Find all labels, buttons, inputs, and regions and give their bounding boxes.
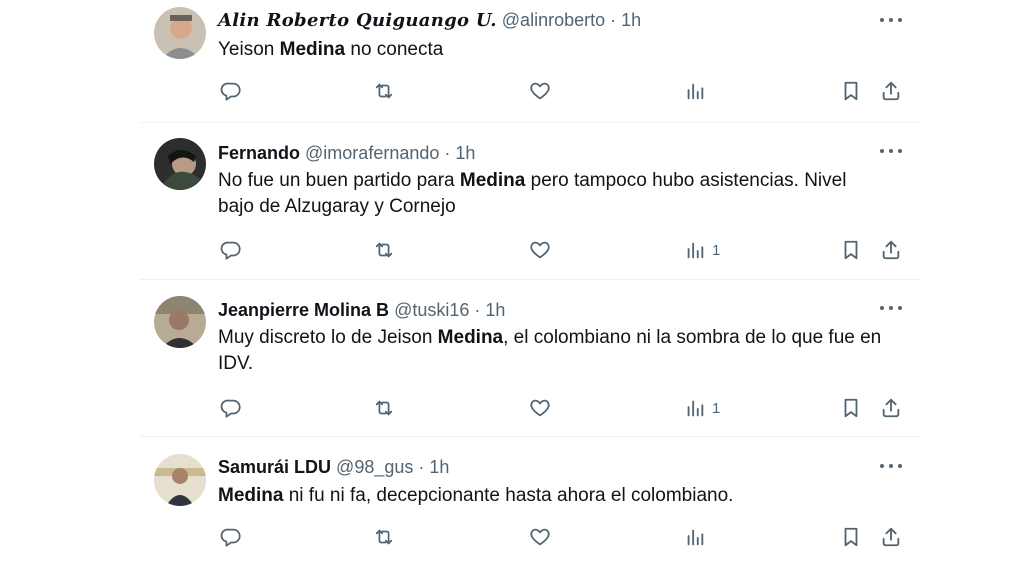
reply-icon xyxy=(220,526,242,548)
retweet-button[interactable] xyxy=(372,79,396,103)
author-name[interactable]: Jeanpierre Molina B xyxy=(218,300,389,320)
timestamp[interactable]: 1h xyxy=(485,300,505,320)
views-chart-icon xyxy=(684,239,706,261)
reply-icon xyxy=(220,80,242,102)
views-chart-icon xyxy=(684,526,706,548)
reply-button[interactable] xyxy=(220,525,242,549)
author-name[interactable]: Samurái LDU xyxy=(218,457,331,477)
text-segment: no conecta xyxy=(345,39,444,60)
tweet-text: Muy discreto lo de Jeison Medina, el col… xyxy=(218,325,900,377)
tweet-header: Fernando @imorafernando · 1h xyxy=(218,142,475,164)
reply-button[interactable] xyxy=(220,396,242,420)
bookmark-icon xyxy=(840,397,862,419)
avatar[interactable] xyxy=(154,454,206,506)
bookmark-button[interactable] xyxy=(840,79,862,103)
tweet[interactable]: Fernando @imorafernando · 1h No fue un b… xyxy=(140,122,920,280)
tweet-header: Jeanpierre Molina B @tuski16 · 1h xyxy=(218,299,505,321)
tweet-text: No fue un buen partido para Medina pero … xyxy=(218,168,858,220)
views-chart-button[interactable] xyxy=(684,79,706,103)
action-bar: 1 xyxy=(218,396,902,420)
text-segment: Muy discreto lo de Jeison xyxy=(218,327,438,348)
views-chart-icon xyxy=(684,80,706,102)
separator: · xyxy=(474,300,481,320)
more-dots-icon[interactable] xyxy=(880,16,902,24)
share-button[interactable] xyxy=(880,396,902,420)
author-handle[interactable]: @imorafernando xyxy=(305,143,439,163)
retweet-icon xyxy=(372,526,396,548)
tweet-header: Alin Roberto Quiguango U. @alinroberto ·… xyxy=(218,9,641,32)
author-handle[interactable]: @alinroberto xyxy=(502,10,605,30)
tweet[interactable]: Alin Roberto Quiguango U. @alinroberto ·… xyxy=(140,0,920,123)
more-dots-icon[interactable] xyxy=(880,304,902,312)
views-chart-button[interactable]: 1 xyxy=(684,238,720,262)
views-count: 1 xyxy=(712,399,721,417)
separator: · xyxy=(610,10,617,30)
share-button[interactable] xyxy=(880,525,902,549)
text-segment: No fue un buen partido para xyxy=(218,170,460,191)
heart-button[interactable] xyxy=(528,238,552,262)
text-highlight: Medina xyxy=(437,327,504,348)
more-dots-icon[interactable] xyxy=(880,462,902,470)
heart-icon xyxy=(528,397,552,419)
tweet-header: Samurái LDU @98_gus · 1h xyxy=(218,456,449,478)
text-highlight: Medina xyxy=(279,39,346,60)
views-chart-button[interactable]: 1 xyxy=(684,396,720,420)
bookmark-button[interactable] xyxy=(840,238,862,262)
author-handle[interactable]: @tuski16 xyxy=(394,300,469,320)
tweet-text: Yeison Medina no conecta xyxy=(218,37,900,63)
heart-icon xyxy=(528,526,552,548)
bookmark-button[interactable] xyxy=(840,396,862,420)
text-segment: Yeison xyxy=(218,39,280,60)
share-button[interactable] xyxy=(880,238,902,262)
bookmark-icon xyxy=(840,80,862,102)
heart-icon xyxy=(528,239,552,261)
text-highlight: Medina xyxy=(218,485,284,506)
avatar[interactable] xyxy=(154,7,206,59)
author-handle[interactable]: @98_gus xyxy=(336,457,413,477)
avatar[interactable] xyxy=(154,138,206,190)
reply-button[interactable] xyxy=(220,238,242,262)
timestamp[interactable]: 1h xyxy=(621,10,641,30)
retweet-button[interactable] xyxy=(372,238,396,262)
share-icon xyxy=(880,397,902,419)
separator: · xyxy=(418,457,425,477)
reply-icon xyxy=(220,239,242,261)
tweet[interactable]: Jeanpierre Molina B @tuski16 · 1h Muy di… xyxy=(140,279,920,437)
action-bar xyxy=(218,525,902,549)
share-icon xyxy=(880,526,902,548)
retweet-icon xyxy=(372,80,396,102)
share-icon xyxy=(880,80,902,102)
reply-button[interactable] xyxy=(220,79,242,103)
views-chart-icon xyxy=(684,397,706,419)
bookmark-button[interactable] xyxy=(840,525,862,549)
action-bar: 1 xyxy=(218,238,902,262)
tweet[interactable]: Samurái LDU @98_gus · 1h Medina ni fu ni… xyxy=(140,436,920,576)
retweet-icon xyxy=(372,397,396,419)
author-name[interactable]: Fernando xyxy=(218,143,300,163)
heart-button[interactable] xyxy=(528,525,552,549)
retweet-button[interactable] xyxy=(372,396,396,420)
reply-icon xyxy=(220,397,242,419)
separator: · xyxy=(444,143,451,163)
bookmark-icon xyxy=(840,526,862,548)
action-bar xyxy=(218,79,902,103)
more-dots-icon[interactable] xyxy=(880,147,902,155)
timestamp[interactable]: 1h xyxy=(429,457,449,477)
heart-button[interactable] xyxy=(528,79,552,103)
heart-button[interactable] xyxy=(528,396,552,420)
views-chart-button[interactable] xyxy=(684,525,706,549)
share-icon xyxy=(880,239,902,261)
text-segment: ni fu ni fa, decepcionante hasta ahora e… xyxy=(283,485,734,506)
retweet-icon xyxy=(372,239,396,261)
tweet-text: Medina ni fu ni fa, decepcionante hasta … xyxy=(218,483,900,509)
share-button[interactable] xyxy=(880,79,902,103)
timestamp[interactable]: 1h xyxy=(455,143,475,163)
views-count: 1 xyxy=(712,241,721,259)
text-highlight: Medina xyxy=(459,170,526,191)
heart-icon xyxy=(528,80,552,102)
author-name[interactable]: Alin Roberto Quiguango U. xyxy=(218,10,497,31)
bookmark-icon xyxy=(840,239,862,261)
avatar[interactable] xyxy=(154,296,206,348)
retweet-button[interactable] xyxy=(372,525,396,549)
